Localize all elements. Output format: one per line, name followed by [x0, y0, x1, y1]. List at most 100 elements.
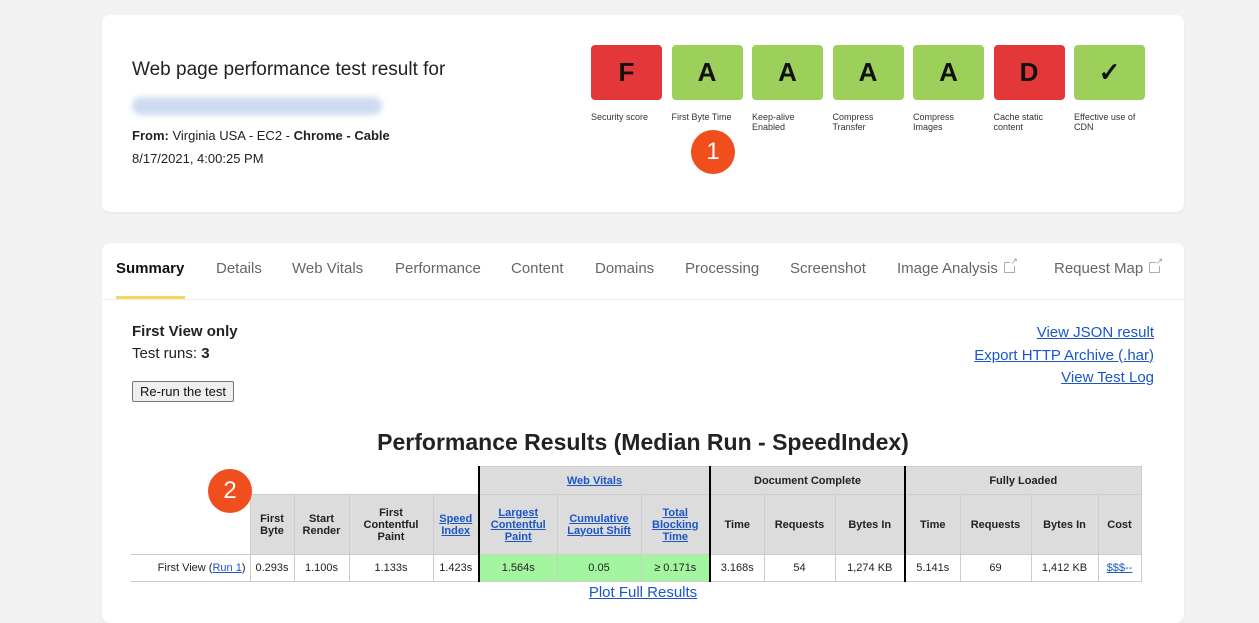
tab-web-vitals[interactable]: Web Vitals	[292, 260, 363, 277]
col-speed-index: Speed Index	[432, 494, 480, 555]
col-doc-requests: Requests	[763, 494, 836, 555]
test-date: 8/17/2021, 4:00:25 PM	[132, 151, 264, 166]
grade-first-byte[interactable]: A First Byte Time	[671, 45, 743, 132]
grade-label: Effective use of CDN	[1074, 112, 1136, 132]
grade-label: Security score	[591, 112, 649, 122]
tab-summary[interactable]: Summary	[116, 260, 184, 277]
tab-domains[interactable]: Domains	[595, 260, 654, 277]
run-1-link[interactable]: Run 1	[212, 562, 241, 574]
row-label: First View (Run 1)	[131, 554, 251, 582]
tbt-link[interactable]: Total Blocking Time	[652, 507, 698, 543]
grade-label: Compress Images	[913, 112, 955, 132]
cell-doc-requests: 54	[763, 554, 836, 582]
web-vitals-link[interactable]: Web Vitals	[567, 475, 622, 487]
result-links: View JSON result Export HTTP Archive (.h…	[974, 322, 1154, 390]
tab-details[interactable]: Details	[216, 260, 262, 277]
view-type: First View only	[132, 323, 238, 340]
grade-box[interactable]: A	[671, 45, 743, 100]
grade-keep-alive[interactable]: A Keep-alive Enabled	[752, 45, 823, 132]
active-tab-indicator	[116, 296, 185, 299]
group-document-complete: Document Complete	[709, 466, 906, 495]
col-doc-time: Time	[709, 494, 765, 555]
grade-box[interactable]: A	[832, 45, 904, 100]
results-title: Performance Results (Median Run - SpeedI…	[377, 429, 909, 455]
cell-cost: $$$--	[1097, 554, 1142, 582]
grade-compress-transfer[interactable]: A Compress Transfer	[832, 45, 904, 132]
col-cost: Cost	[1097, 494, 1142, 555]
grade-box[interactable]: ✓	[1074, 45, 1145, 100]
row-label-text: First View (	[157, 562, 213, 574]
grade-box[interactable]: A	[913, 45, 984, 100]
tested-url-link[interactable]	[132, 97, 382, 115]
tab-bar: Summary Details Web Vitals Performance C…	[102, 243, 1184, 300]
location-text: Virginia USA - EC2 -	[172, 128, 290, 143]
annotation-badge-1: 1	[691, 130, 735, 174]
col-fl-bytes: Bytes In	[1030, 494, 1099, 555]
speed-index-link[interactable]: Speed Index	[439, 513, 472, 537]
col-fl-requests: Requests	[959, 494, 1032, 555]
grade-label: First Byte Time	[671, 112, 732, 122]
tab-processing[interactable]: Processing	[685, 260, 759, 277]
cls-link[interactable]: Cumulative Layout Shift	[567, 513, 631, 537]
from-label: From:	[132, 128, 169, 143]
grade-label: Cache static content	[993, 112, 1044, 132]
table-column-header: First Byte Start Render First Contentful…	[131, 494, 1142, 555]
blank-header	[131, 466, 479, 495]
grade-compress-images[interactable]: A Compress Images	[913, 45, 984, 132]
rerun-test-button[interactable]: Re-run the test	[132, 381, 234, 402]
tab-screenshot[interactable]: Screenshot	[790, 260, 866, 277]
table-group-header: Web Vitals Document Complete Fully Loade…	[131, 466, 1142, 495]
external-link-icon	[1003, 256, 1018, 273]
test-location: From: Virginia USA - EC2 - Chrome - Cabl…	[132, 128, 390, 143]
col-start-render: Start Render	[293, 494, 350, 555]
cell-doc-time: 3.168s	[709, 554, 765, 582]
view-test-log-link[interactable]: View Test Log	[1061, 369, 1154, 386]
grade-box[interactable]: F	[591, 45, 662, 100]
grade-cdn[interactable]: ✓ Effective use of CDN	[1074, 45, 1145, 132]
page-title: Web page performance test result for	[132, 59, 446, 80]
grade-box[interactable]: D	[993, 45, 1065, 100]
external-link-icon	[1149, 256, 1164, 273]
separator: -	[346, 128, 351, 143]
cell-speed-index: 1.423s	[432, 554, 480, 582]
cell-lcp: 1.564s	[478, 554, 558, 582]
cell-fl-time: 5.141s	[904, 554, 961, 582]
col-fl-time: Time	[904, 494, 961, 555]
tab-performance[interactable]: Performance	[395, 260, 481, 277]
cell-tbt: ≥ 0.171s	[640, 554, 711, 582]
view-json-link[interactable]: View JSON result	[1037, 324, 1154, 341]
tab-content[interactable]: Content	[511, 260, 564, 277]
browser-text: Chrome	[293, 128, 343, 143]
table-row: First View (Run 1) 0.293s 1.100s 1.133s …	[131, 554, 1142, 582]
col-first-byte: First Byte	[249, 494, 295, 555]
col-fcp: First Contentful Paint	[348, 494, 434, 555]
tab-label: Request Map	[1054, 260, 1144, 277]
cell-fl-requests: 69	[959, 554, 1032, 582]
results-table: Web Vitals Document Complete Fully Loade…	[131, 466, 1142, 582]
plot-full-results-link[interactable]: Plot Full Results	[589, 584, 697, 601]
grade-security[interactable]: F Security score	[591, 45, 662, 132]
col-lcp: Largest Contentful Paint	[478, 494, 558, 555]
col-tbt: Total Blocking Time	[640, 494, 711, 555]
cell-start-render: 1.100s	[293, 554, 350, 582]
plot-results: Plot Full Results	[102, 584, 1184, 601]
cell-doc-bytes: 1,274 KB	[834, 554, 906, 582]
runs-value: 3	[201, 345, 210, 362]
export-har-link[interactable]: Export HTTP Archive (.har)	[974, 347, 1154, 364]
test-runs: Test runs: 3	[132, 345, 210, 362]
tab-request-map[interactable]: Request Map	[1054, 256, 1164, 277]
group-web-vitals: Web Vitals	[478, 466, 711, 495]
annotation-badge-2: 2	[208, 469, 252, 513]
grade-cache-static[interactable]: D Cache static content	[993, 45, 1065, 132]
lcp-link[interactable]: Largest Contentful Paint	[491, 507, 546, 543]
col-cls: Cumulative Layout Shift	[556, 494, 642, 555]
runs-label: Test runs:	[132, 345, 198, 362]
tab-label: Image Analysis	[897, 260, 998, 277]
row-label-end: )	[241, 562, 246, 574]
connection-text: Cable	[354, 128, 390, 143]
test-summary-card: Web page performance test result for Fro…	[102, 15, 1184, 212]
grade-label: Keep-alive Enabled	[752, 112, 795, 132]
grade-box[interactable]: A	[752, 45, 823, 100]
cost-link[interactable]: $$$--	[1107, 562, 1133, 574]
tab-image-analysis[interactable]: Image Analysis	[897, 256, 1018, 277]
